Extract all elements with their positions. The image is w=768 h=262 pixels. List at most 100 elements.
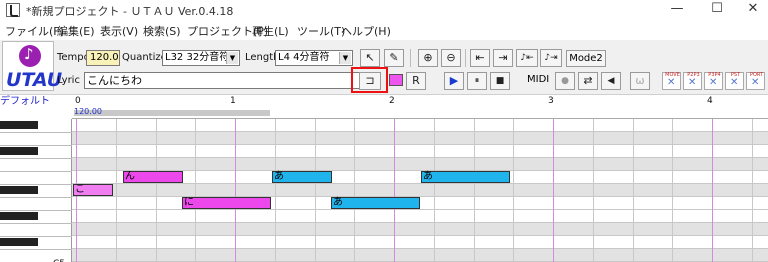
beat-line xyxy=(593,119,594,262)
close-button[interactable]: ✕ xyxy=(730,0,768,20)
tempo-input[interactable]: 120.0 xyxy=(86,50,120,66)
pencil-tool-button[interactable]: ✎ xyxy=(384,49,404,67)
menu-bar: ファイル(F) 編集(E) 表示(V) 検索(S) プロジェクト(P) 再生(L… xyxy=(0,20,768,40)
black-key[interactable] xyxy=(0,121,38,129)
key-divider xyxy=(0,236,72,237)
logo-text: UTAU xyxy=(6,69,63,91)
fx-p3p4-button[interactable]: P3P4 xyxy=(704,72,723,90)
measure-line xyxy=(553,119,554,262)
fx-port-label: PORT xyxy=(749,72,764,78)
beat-line xyxy=(116,119,117,262)
tempo-marker[interactable]: 120.00 xyxy=(74,107,102,116)
beat-line xyxy=(513,119,514,262)
loop-button[interactable]: ⇄ xyxy=(578,72,598,90)
beat-line xyxy=(195,119,196,262)
grid-row xyxy=(72,158,768,171)
track-name: デフォルト xyxy=(0,95,72,109)
key-divider xyxy=(0,158,72,159)
black-key[interactable] xyxy=(0,147,38,155)
key-divider xyxy=(0,145,72,146)
note[interactable]: ん xyxy=(123,171,183,183)
play-button[interactable]: ▶ xyxy=(444,72,464,90)
black-key[interactable] xyxy=(0,212,38,220)
note-grid[interactable]: こんにあああ xyxy=(72,119,768,262)
beat-line xyxy=(156,119,157,262)
beat-line xyxy=(474,119,475,262)
note[interactable]: あ xyxy=(421,171,510,183)
pointer-tool-button[interactable]: ↖ xyxy=(360,49,380,67)
mode2-button[interactable]: Mode2 xyxy=(566,50,606,67)
midi-label: MIDI xyxy=(527,74,550,85)
beat-line xyxy=(672,119,673,262)
piano-keyboard[interactable]: C5 xyxy=(0,119,72,262)
next-note-button[interactable]: ♪⇥ xyxy=(540,49,562,67)
piano-roll[interactable]: デフォルト 0 1 2 3 4 120.00 C5 こんにあああ xyxy=(0,95,768,262)
quantize-select[interactable]: L32 32分音符 ▼ xyxy=(162,50,240,66)
key-divider xyxy=(0,132,72,133)
grid-row xyxy=(72,119,768,132)
chevron-down-icon: ▼ xyxy=(339,52,351,64)
menu-edit[interactable]: 編集(E) xyxy=(57,23,95,39)
lyric-replace-button[interactable]: R xyxy=(406,72,426,90)
fx-p3p4-label: P3P4 xyxy=(708,72,721,78)
grid-row xyxy=(72,249,768,262)
pause-button[interactable]: ⏸ xyxy=(467,72,487,90)
measure-number: 2 xyxy=(389,96,395,106)
length-select[interactable]: L4 4分音符 ▼ xyxy=(275,50,353,66)
note[interactable]: あ xyxy=(331,197,420,209)
black-key[interactable] xyxy=(0,238,38,246)
beat-line xyxy=(354,119,355,262)
lyric-input[interactable]: こんにちわ xyxy=(84,72,362,89)
note[interactable]: に xyxy=(182,197,271,209)
measure-line xyxy=(235,119,236,262)
grid-row xyxy=(72,145,768,158)
lyric-label: Lyric xyxy=(57,75,80,86)
fx-p2p3-button[interactable]: P2P3 xyxy=(683,72,702,90)
note-color-swatch[interactable] xyxy=(389,74,403,86)
menu-help[interactable]: ヘルプ(H) xyxy=(341,23,391,39)
quantize-label: Quantize xyxy=(122,52,167,63)
grid-row xyxy=(72,132,768,145)
black-key[interactable] xyxy=(0,186,38,194)
key-divider xyxy=(0,223,72,224)
quantize-value: L32 32分音符 xyxy=(165,52,230,63)
fx-port-button[interactable]: PORT xyxy=(746,72,765,90)
record-button[interactable]: ● xyxy=(555,72,575,90)
beat-line xyxy=(633,119,634,262)
separator xyxy=(465,49,466,67)
zoom-in-button[interactable]: ⊕ xyxy=(418,49,438,67)
key-divider xyxy=(0,210,72,211)
menu-file[interactable]: ファイル(F) xyxy=(5,23,64,39)
beat-line xyxy=(434,119,435,262)
utau-app-icon xyxy=(6,3,20,17)
note[interactable]: こ xyxy=(73,184,113,196)
measure-line xyxy=(394,119,395,262)
length-value: L4 4分音符 xyxy=(278,52,330,63)
fx-pst-label: PST xyxy=(730,72,741,78)
grid-row xyxy=(72,197,768,210)
fx-p2p3-label: P2P3 xyxy=(687,72,700,78)
zoom-out-button[interactable]: ⊖ xyxy=(441,49,461,67)
stop-button[interactable]: ■ xyxy=(490,72,510,90)
menu-search[interactable]: 検索(S) xyxy=(143,23,181,39)
menu-play[interactable]: 再生(L) xyxy=(252,23,289,39)
measure-number: 3 xyxy=(548,96,554,106)
grid-row xyxy=(72,236,768,249)
menu-tools[interactable]: ツール(T) xyxy=(297,23,345,39)
grid-row xyxy=(72,184,768,197)
beat-line xyxy=(275,119,276,262)
tempo-bar xyxy=(74,110,270,116)
note[interactable]: あ xyxy=(272,171,332,183)
fx-move-button[interactable]: MOVE xyxy=(662,72,681,90)
menu-view[interactable]: 表示(V) xyxy=(100,23,138,39)
seek-start-button[interactable]: ⇤ xyxy=(470,49,490,67)
seek-end-button[interactable]: ⇥ xyxy=(493,49,513,67)
key-divider xyxy=(0,197,72,198)
fx-pst-button[interactable]: PST xyxy=(725,72,744,90)
prev-note-button[interactable]: ♪⇤ xyxy=(516,49,538,67)
key-divider xyxy=(0,171,72,172)
highlight-annotation xyxy=(351,67,388,93)
window-title: *新規プロジェクト - ＵＴＡＵ Ver.0.4.18 xyxy=(26,5,234,18)
ties-button[interactable]: ω xyxy=(630,72,650,90)
speaker-button[interactable]: ◀ xyxy=(601,72,621,90)
